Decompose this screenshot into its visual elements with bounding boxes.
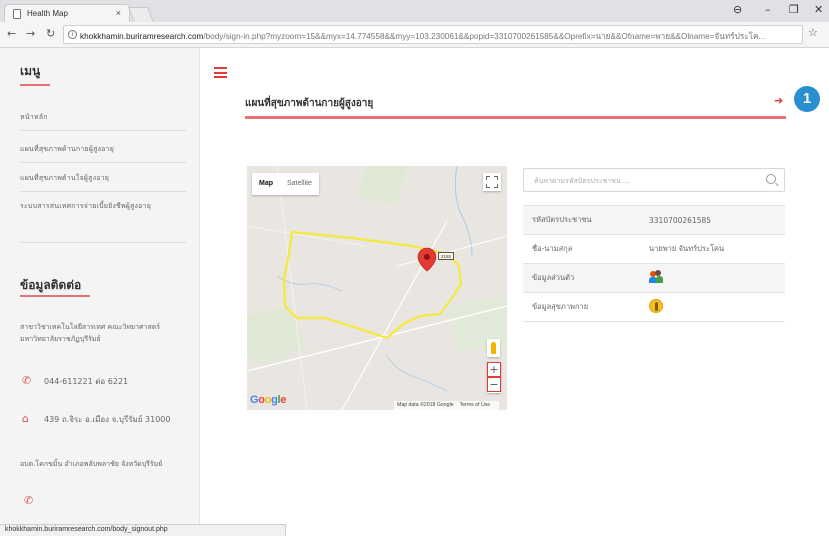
sign-out-icon[interactable]: ➜ (774, 94, 783, 107)
zoom-control: + − (487, 362, 501, 393)
search-icon[interactable] (766, 174, 776, 184)
road-number-shield: 2165 (438, 252, 454, 260)
contact-underline (20, 295, 90, 297)
address-text: 439 ถ.จิระ อ.เมือง จ.บุรีรัมย์ 31000 (44, 415, 171, 424)
sidebar: เมนู หน้าหลัก แผนที่สุขภาพด้านกายผู้สูงอ… (0, 48, 200, 536)
table-row: ชื่อ-นามสกุล นายพาย จันทร์ประโคน (523, 234, 785, 264)
url-host: khokkhamin.buriramresearch.com (80, 32, 204, 41)
google-logo: Google (250, 394, 287, 406)
table-row: รหัสบัตรประชาชน 3310700261585 (523, 205, 785, 235)
physical-health-icon[interactable] (649, 299, 663, 313)
divider (20, 162, 186, 163)
search-box (523, 168, 785, 192)
full-name-value: นายพาย จันทร์ประโคน (635, 234, 785, 264)
full-name-label: ชื่อ-นามสกุล (523, 234, 635, 264)
status-bar: khokkhamin.buriramresearch.com/body_sign… (0, 524, 286, 536)
map[interactable]: 2165 Map Satellite + − Google Map data ©2… (247, 166, 507, 410)
minimize-button[interactable]: – (765, 3, 771, 16)
divider (20, 191, 186, 192)
browser-tab[interactable]: Health Map × (4, 4, 130, 22)
bookmark-star-icon[interactable]: ☆ (808, 26, 818, 39)
personal-info-label: ข้อมูลส่วนตัว (523, 263, 635, 293)
page-title: แผนที่สุขภาพด้านกายผู้สูงอายุ (245, 98, 374, 109)
new-tab-button[interactable] (128, 7, 154, 22)
contact-heading: ข้อมูลติดต่อ (20, 278, 82, 292)
menu-heading: เมนู (20, 64, 41, 78)
address-bar-row: ← → ↻ i khokkhamin.buriramresearch.com/b… (0, 22, 829, 48)
forward-arrow-icon[interactable]: → (26, 27, 35, 40)
terms-of-use-link[interactable]: Terms of Use (460, 402, 491, 408)
table-row: ข้อมูลส่วนตัว (523, 263, 785, 293)
divider (20, 130, 186, 131)
contact-organization: สาขาวิชาเทคโนโลยีสารเทศ คณะวิทยาศาสตร์ ม… (20, 323, 161, 343)
map-attribution: Map data ©2018 Google Terms of Use (394, 401, 500, 410)
menu-underline (20, 84, 50, 86)
phone-icon: ✆ (22, 374, 32, 387)
account-icon[interactable]: ⊖ (733, 3, 742, 16)
citizen-id-search-input[interactable] (534, 174, 754, 187)
phone-line: ✆ 044-611221 ต่อ 6221 (22, 374, 128, 388)
map-canvas (247, 166, 507, 410)
map-type-map-button[interactable]: Map (252, 173, 280, 194)
map-type-satellite-button[interactable]: Satellite (280, 173, 319, 194)
zoom-out-button[interactable]: − (487, 377, 501, 392)
maximize-button[interactable]: ❐ (789, 3, 799, 16)
sidebar-item-physical-map[interactable]: แผนที่สุขภาพด้านกายผู้สูงอายุ (20, 144, 186, 155)
phone-icon: ✆ (24, 494, 34, 507)
fullscreen-icon[interactable] (483, 173, 501, 191)
phone-number: 044-611221 ต่อ 6221 (44, 377, 129, 386)
address-line: ⌂ 439 ถ.จิระ อ.เมือง จ.บุรีรัมย์ 31000 (22, 412, 171, 426)
callout-badge: 1 (794, 86, 820, 112)
close-window-button[interactable]: ✕ (814, 3, 823, 16)
sidebar-item-home[interactable]: หน้าหลัก (20, 112, 186, 123)
tab-title: Health Map (27, 9, 68, 18)
reload-icon[interactable]: ↻ (46, 27, 55, 40)
organization-2: อบต.โคกขมิ้น อำเภอพลับพลาชัย จังหวัดบุรี… (20, 460, 163, 468)
browser-tab-bar: Health Map × ⊖ – ❐ ✕ (0, 0, 829, 22)
back-arrow-icon[interactable]: ← (7, 27, 16, 40)
citizen-id-value: 3310700261585 (635, 205, 785, 235)
sidebar-item-mental-map[interactable]: แผนที่สุขภาพด้านใจผู้สูงอายุ (20, 173, 186, 184)
person-info-table: รหัสบัตรประชาชน 3310700261585 ชื่อ-นามสก… (523, 205, 785, 322)
map-type-control: Map Satellite (252, 173, 319, 195)
sidebar-item-allowance-system[interactable]: ระบบสารสนเทศการจ่ายเบี้ยยังชีพผู้สูงอายุ (20, 201, 186, 212)
table-row: ข้อมูลสุขภาพกาย (523, 292, 785, 322)
personal-info-icon[interactable] (649, 270, 663, 284)
zoom-in-button[interactable]: + (487, 362, 501, 377)
site-info-icon[interactable]: i (68, 30, 77, 39)
citizen-id-label: รหัสบัตรประชาชน (523, 205, 635, 235)
title-underline (245, 116, 786, 119)
document-icon (13, 9, 21, 19)
divider (20, 242, 186, 243)
hamburger-menu-icon[interactable] (214, 67, 227, 78)
map-data-credit: Map data ©2018 Google (397, 402, 454, 408)
url-path: /body/sign-in.php?myzoom=15&&myx=14.7745… (203, 32, 766, 41)
tab-close-button[interactable]: × (116, 8, 121, 18)
home-icon: ⌂ (22, 412, 29, 425)
physical-health-label: ข้อมูลสุขภาพกาย (523, 292, 635, 322)
street-view-pegman-icon[interactable] (487, 339, 500, 357)
url-field[interactable]: i khokkhamin.buriramresearch.com/body/si… (63, 25, 803, 44)
